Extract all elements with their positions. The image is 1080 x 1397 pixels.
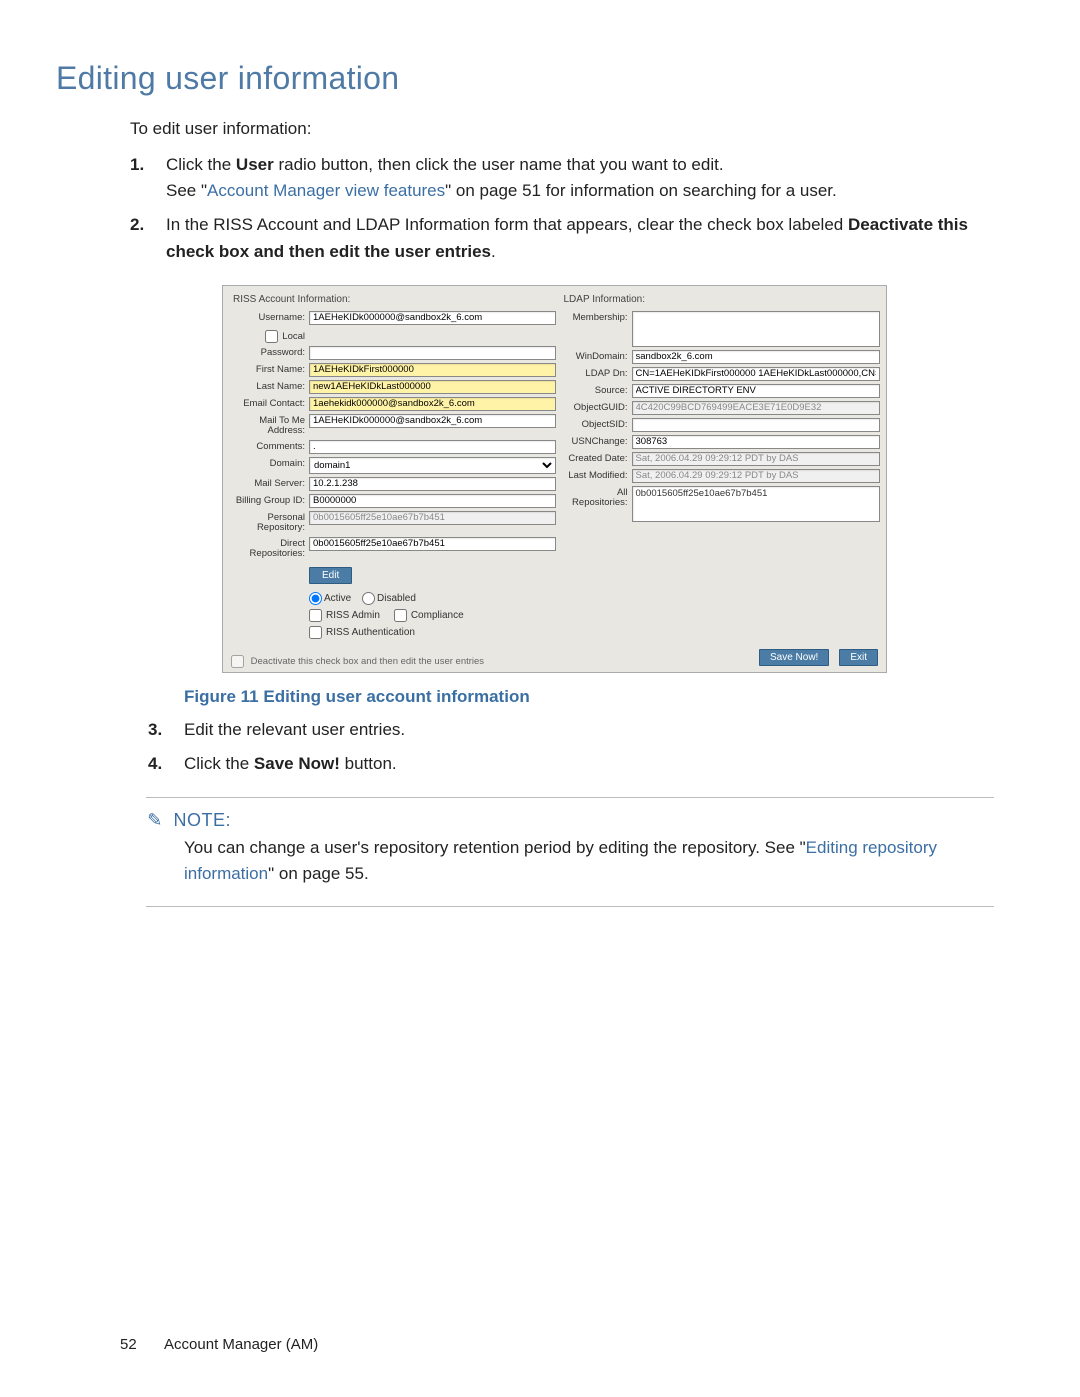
step-2-suffix: .	[491, 242, 496, 261]
email-label: Email Contact:	[231, 397, 309, 409]
ldapdn-field[interactable]	[632, 367, 881, 381]
note-icon: ✎	[146, 810, 164, 831]
step-2: 2. In the RISS Account and LDAP Informat…	[166, 212, 992, 265]
riss-auth-checkbox[interactable]	[309, 626, 322, 639]
step-4-bold: Save Now!	[254, 754, 340, 773]
page-heading: Editing user information	[56, 60, 1024, 97]
membership-label: Membership:	[562, 311, 632, 323]
riss-auth-label: RISS Authentication	[326, 627, 415, 638]
username-field[interactable]	[309, 311, 556, 325]
membership-field[interactable]	[632, 311, 881, 347]
source-label: Source:	[562, 384, 632, 396]
lastname-label: Last Name:	[231, 380, 309, 392]
step-1-link[interactable]: Account Manager view features	[207, 181, 445, 200]
page-number: 52	[120, 1336, 137, 1353]
note-prefix: You can change a user's repository reten…	[184, 838, 806, 857]
usnchange-label: USNChange:	[562, 435, 632, 447]
lastname-field[interactable]	[309, 380, 556, 394]
deactivate-label: Deactivate this check box and then edit …	[251, 656, 484, 667]
domain-label: Domain:	[231, 457, 309, 469]
personal-repo-field[interactable]	[309, 511, 556, 525]
riss-admin-label: RISS Admin	[326, 610, 380, 621]
created-field[interactable]	[632, 452, 881, 466]
figure-caption: Figure 11 Editing user account informati…	[184, 687, 1024, 707]
riss-ldap-form: RISS Account Information: Username: Loca…	[222, 285, 887, 673]
objectguid-field[interactable]	[632, 401, 881, 415]
usnchange-field[interactable]	[632, 435, 881, 449]
save-now-button[interactable]: Save Now!	[759, 649, 829, 666]
ldap-section-title: LDAP Information:	[562, 292, 881, 311]
windomain-field[interactable]	[632, 350, 881, 364]
step-1-bold: User	[236, 155, 274, 174]
personal-repo-label: Personal Repository:	[231, 511, 309, 534]
step-2-text-a: In the RISS Account and LDAP Information…	[166, 215, 848, 234]
step-1-text-b: radio button, then click the user name t…	[274, 155, 724, 174]
modified-label: Last Modified:	[562, 469, 632, 481]
divider	[146, 906, 994, 907]
domain-select[interactable]: domain1	[309, 457, 556, 474]
note-body: You can change a user's repository reten…	[184, 835, 1024, 886]
step-number: 2.	[130, 212, 144, 238]
mailserver-field[interactable]	[309, 477, 556, 491]
riss-admin-checkbox[interactable]	[309, 609, 322, 622]
billing-field[interactable]	[309, 494, 556, 508]
firstname-label: First Name:	[231, 363, 309, 375]
allrepos-field[interactable]: 0b0015605ff25e10ae67b7b451	[632, 486, 881, 522]
deactivate-checkbox[interactable]	[231, 655, 244, 668]
objectguid-label: ObjectGUID:	[562, 401, 632, 413]
step-4-prefix: Click the	[184, 754, 254, 773]
ldapdn-label: LDAP Dn:	[562, 367, 632, 379]
objectsid-field[interactable]	[632, 418, 881, 432]
step-4-suffix: button.	[340, 754, 397, 773]
note-label: NOTE:	[174, 810, 232, 830]
active-label: Active	[324, 593, 351, 604]
mailserver-label: Mail Server:	[231, 477, 309, 489]
step-1-see-suffix: " on page 51 for information on searchin…	[445, 181, 837, 200]
modified-field[interactable]	[632, 469, 881, 483]
mailto-label: Mail To Me Address:	[231, 414, 309, 437]
mailto-field[interactable]	[309, 414, 556, 428]
step-number: 4.	[148, 751, 162, 777]
firstname-field[interactable]	[309, 363, 556, 377]
disabled-label: Disabled	[377, 593, 416, 604]
disabled-radio[interactable]	[362, 592, 375, 605]
exit-button[interactable]: Exit	[839, 649, 878, 666]
intro-text: To edit user information:	[130, 117, 1024, 142]
riss-section-title: RISS Account Information:	[231, 292, 556, 311]
billing-label: Billing Group ID:	[231, 494, 309, 506]
step-number: 1.	[130, 152, 144, 178]
local-label: Local	[282, 331, 305, 342]
step-1-text-a: Click the	[166, 155, 236, 174]
step-4: 4. Click the Save Now! button.	[184, 751, 992, 777]
local-checkbox[interactable]	[265, 330, 278, 343]
password-label: Password:	[231, 346, 309, 358]
allrepos-label: All Repositories:	[562, 486, 632, 509]
email-field[interactable]	[309, 397, 556, 411]
note-suffix: " on page 55.	[268, 864, 369, 883]
compliance-checkbox[interactable]	[394, 609, 407, 622]
active-radio[interactable]	[309, 592, 322, 605]
comments-label: Comments:	[231, 440, 309, 452]
username-label: Username:	[231, 311, 309, 323]
step-3: 3. Edit the relevant user entries.	[184, 717, 992, 743]
edit-button[interactable]: Edit	[309, 567, 352, 584]
source-field[interactable]	[632, 384, 881, 398]
direct-repos-field[interactable]	[309, 537, 556, 551]
direct-repos-label: Direct Repositories:	[231, 537, 309, 560]
password-field[interactable]	[309, 346, 556, 360]
created-label: Created Date:	[562, 452, 632, 464]
windomain-label: WinDomain:	[562, 350, 632, 362]
comments-field[interactable]	[309, 440, 556, 454]
footer-section: Account Manager (AM)	[164, 1336, 318, 1353]
step-3-text: Edit the relevant user entries.	[184, 720, 405, 739]
divider	[146, 797, 994, 798]
step-1: 1. Click the User radio button, then cli…	[166, 152, 992, 205]
step-1-see-prefix: See "	[166, 181, 207, 200]
step-number: 3.	[148, 717, 162, 743]
objectsid-label: ObjectSID:	[562, 418, 632, 430]
compliance-label: Compliance	[411, 610, 464, 621]
